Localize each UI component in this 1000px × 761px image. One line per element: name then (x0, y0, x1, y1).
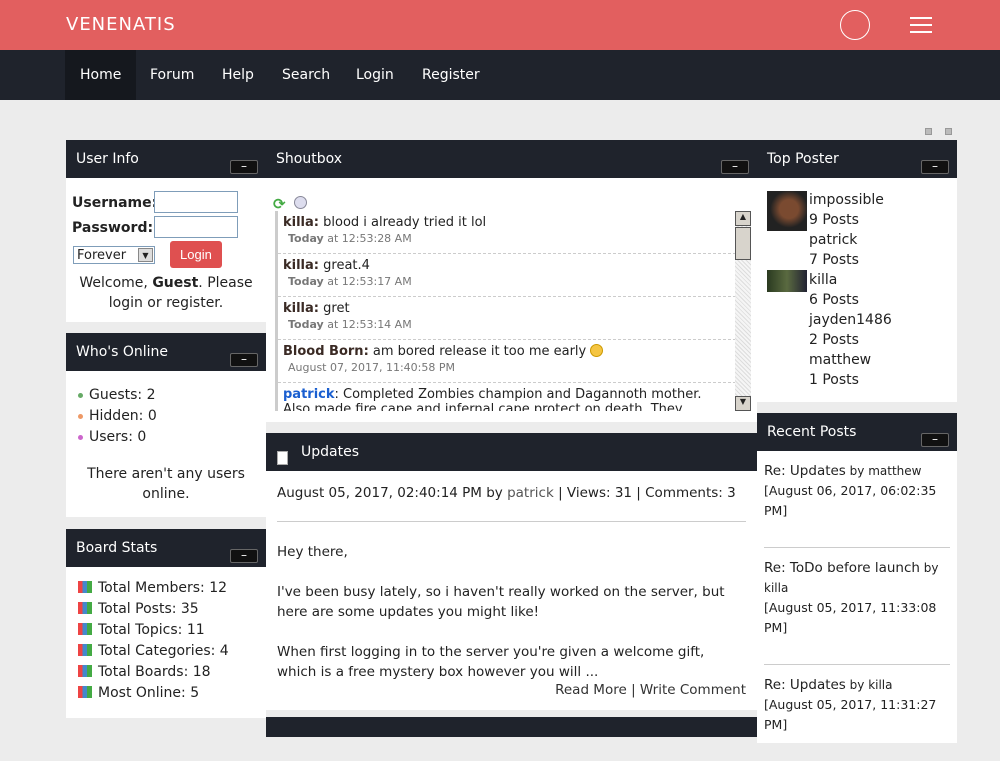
panel-title: Who's Online (76, 344, 169, 360)
username-input[interactable] (154, 191, 239, 213)
shout-message: Blood Born: am bored release it too me e… (278, 340, 751, 383)
poster-item: matthew 1 Posts (809, 352, 872, 388)
stat-topics: Total Topics: 11 (76, 620, 256, 641)
user-circle-icon[interactable] (840, 10, 870, 40)
article-title[interactable]: Updates (301, 444, 359, 460)
dot-icon (78, 434, 83, 440)
stats-chart-icon (78, 623, 92, 635)
stats-chart-icon (78, 665, 92, 677)
shout-message: killa: blood i already tried it lol Today… (278, 211, 751, 254)
no-users-note: There aren't any users online. (87, 466, 245, 502)
poster-item: killa 6 Posts (757, 270, 957, 310)
collapse-button[interactable]: – (921, 160, 949, 174)
shoutbox-panel: Shoutbox – ⟳ killa: blood i already tried… (266, 140, 757, 422)
scroll-up-icon: ▲ (735, 211, 751, 226)
dot-icon (78, 392, 83, 398)
top-bar: VENENATIS (0, 0, 1000, 50)
stat-categories: Total Categories: 4 (76, 641, 256, 662)
panel-title: Top Poster (767, 151, 839, 167)
login-button[interactable]: Login (170, 241, 222, 268)
nav-help[interactable]: Help (207, 50, 269, 100)
online-users: Users: 0 (78, 429, 266, 446)
online-guests: Guests: 2 (78, 387, 266, 404)
next-article-header (266, 717, 757, 737)
username-label: Username: (72, 194, 158, 211)
article-paragraph: When first logging in to the server you'… (277, 644, 705, 680)
stat-boards: Total Boards: 18 (76, 662, 256, 683)
poster-item: jayden1486 2 Posts (809, 312, 892, 348)
duration-select[interactable]: Forever ▼ (73, 246, 155, 264)
avatar (767, 191, 807, 231)
read-more-link[interactable]: Read More (555, 682, 627, 698)
author-link[interactable]: patrick (507, 485, 554, 501)
collapse-button[interactable]: – (230, 160, 258, 174)
divider (277, 521, 746, 522)
whos-online-panel: Who's Online – Guests: 2 Hidden: 0 Users:… (66, 333, 266, 517)
recent-post-item: Re: Updates by matthew [August 06, 2017, … (764, 451, 950, 548)
shout-scrollbar[interactable]: ▲ ▼ (735, 211, 751, 411)
document-icon (277, 451, 288, 465)
user-info-panel: User Info – Username: Password: Forever ▼ … (66, 140, 266, 322)
poster-item: patrick 7 Posts (809, 232, 859, 268)
shout-message: patrick: Completed Zombies champion and … (283, 387, 702, 411)
dot-icon (78, 413, 83, 419)
stats-chart-icon (78, 644, 92, 656)
article-paragraph: I've been busy lately, so i haven't real… (277, 584, 725, 620)
nav-login[interactable]: Login (341, 50, 409, 100)
password-label: Password: (72, 219, 154, 236)
collapse-button[interactable]: – (230, 353, 258, 367)
stats-chart-icon (78, 602, 92, 614)
recent-post-item: Re: Updates by killa [August 05, 2017, 11… (764, 677, 937, 732)
shout-message: killa: great.4 Today at 12:53:17 AM (278, 254, 751, 297)
collapse-left-icon[interactable] (925, 128, 932, 135)
stat-most-online: Most Online: 5 (76, 683, 256, 704)
main-nav: Home Forum Help Search Login Register (0, 50, 1000, 100)
panel-title: Recent Posts (767, 424, 857, 440)
online-hidden: Hidden: 0 (78, 408, 266, 425)
site-logo[interactable]: VENENATIS (66, 14, 176, 35)
scroll-thumb (735, 227, 751, 260)
stats-chart-icon (78, 581, 92, 593)
recent-post-item: Re: ToDo before launch by killa [August 0… (764, 548, 950, 665)
article-paragraph: Hey there, (277, 544, 348, 560)
password-input[interactable] (154, 216, 239, 238)
welcome-text: Welcome, Guest. Please login or register… (79, 275, 253, 311)
article-meta: August 05, 2017, 02:40:14 PM by patrick … (277, 485, 736, 501)
wink-smiley-icon (590, 344, 604, 357)
dropdown-arrow-icon: ▼ (138, 248, 153, 262)
panel-title: Board Stats (76, 540, 158, 556)
panel-title: User Info (76, 151, 139, 167)
menu-icon[interactable] (910, 17, 932, 33)
write-comment-link[interactable]: Write Comment (640, 682, 746, 698)
panel-title: Shoutbox (276, 151, 342, 167)
stat-members: Total Members: 12 (76, 578, 256, 599)
collapse-right-icon[interactable] (945, 128, 952, 135)
shout-list: killa: blood i already tried it lol Today… (275, 211, 751, 411)
news-article-panel: Updates August 05, 2017, 02:40:14 PM by … (266, 433, 757, 710)
stats-chart-icon (78, 686, 92, 698)
recent-posts-panel: Recent Posts – Re: Updates by matthew [Aug… (757, 413, 957, 743)
nav-register[interactable]: Register (407, 50, 495, 100)
board-stats-panel: Board Stats – Total Members: 12 Total Pos… (66, 529, 266, 718)
scroll-down-icon: ▼ (735, 396, 751, 411)
top-poster-panel: Top Poster – impossible 9 Posts patrick 7 P… (757, 140, 957, 402)
stat-posts: Total Posts: 35 (76, 599, 256, 620)
collapse-button[interactable]: – (230, 549, 258, 563)
nav-forum[interactable]: Forum (135, 50, 209, 100)
nav-search[interactable]: Search (267, 50, 345, 100)
nav-home[interactable]: Home (65, 50, 137, 100)
shout-message: killa: gret Today at 12:53:14 AM (278, 297, 751, 340)
poster-item: impossible 9 Posts (757, 190, 957, 231)
avatar (767, 270, 807, 292)
collapse-button[interactable]: – (721, 160, 749, 174)
collapse-button[interactable]: – (921, 433, 949, 447)
history-clock-icon[interactable] (294, 196, 307, 209)
